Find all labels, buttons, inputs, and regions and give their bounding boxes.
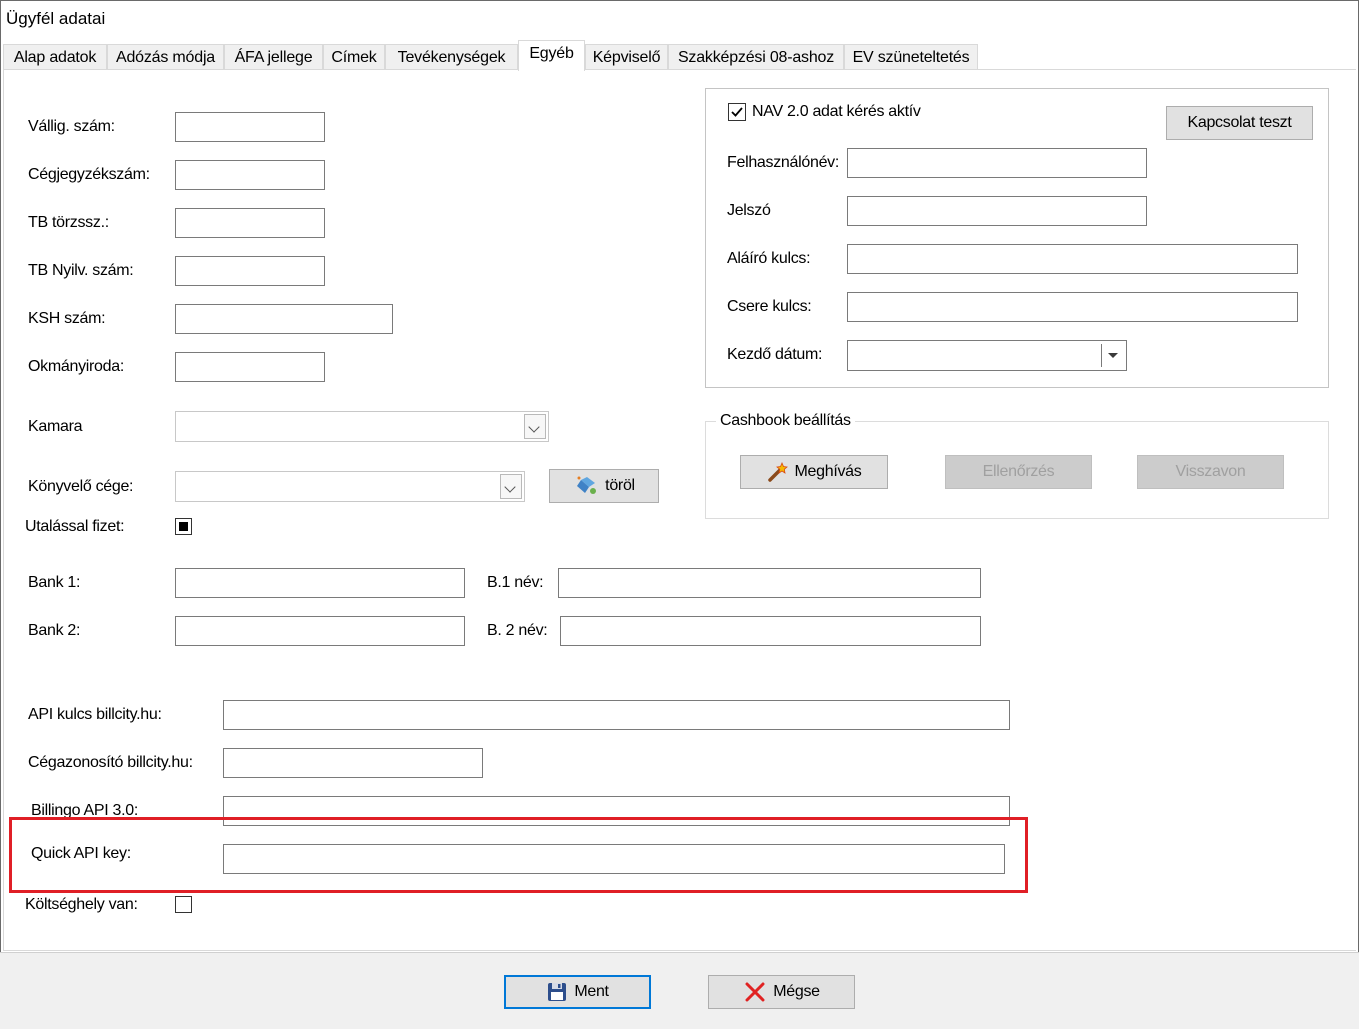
chevron-down-icon[interactable] bbox=[500, 474, 522, 499]
vallig-label: Vállig. szám: bbox=[28, 118, 115, 135]
kamara-label: Kamara bbox=[28, 418, 83, 435]
koltseghely-checkbox[interactable] bbox=[175, 896, 192, 913]
tb-nyilv-field[interactable] bbox=[175, 256, 325, 286]
floppy-disk-icon bbox=[548, 983, 567, 1001]
okmanyiroda-field[interactable] bbox=[175, 352, 325, 382]
dropdown-arrow-icon bbox=[1108, 353, 1118, 358]
konyvelo-combo[interactable] bbox=[175, 471, 525, 502]
jelszo-field[interactable] bbox=[847, 196, 1147, 226]
ment-button[interactable]: Ment bbox=[504, 975, 651, 1009]
tb-nyilv-label: TB Nyilv. szám: bbox=[28, 262, 134, 279]
tab-tevekenysegek[interactable]: Tevékenységek bbox=[385, 44, 518, 70]
ksh-field[interactable] bbox=[175, 304, 393, 334]
check-icon bbox=[731, 107, 743, 117]
api-billcity-label: API kulcs billcity.hu: bbox=[28, 706, 162, 723]
tab-cimek[interactable]: Címek bbox=[323, 44, 385, 70]
eraser-icon bbox=[577, 476, 597, 494]
kamara-combo[interactable] bbox=[175, 411, 549, 442]
csere-kulcs-field[interactable] bbox=[847, 292, 1298, 322]
calendar-dropdown-button[interactable] bbox=[1101, 344, 1124, 367]
nav-checkbox-label: NAV 2.0 adat kérés aktív bbox=[752, 103, 921, 120]
b2nev-label: B. 2 név: bbox=[487, 622, 548, 639]
tab-egyeb[interactable]: Egyéb bbox=[518, 40, 585, 71]
felhasznalonev-label: Felhasználónév: bbox=[727, 154, 840, 171]
torol-button[interactable]: töröl bbox=[549, 469, 659, 503]
jelszo-label: Jelszó bbox=[727, 202, 771, 219]
tab-ev-szuneteltetes[interactable]: EV szüneteltetés bbox=[844, 44, 978, 70]
b1nev-label: B.1 név: bbox=[487, 574, 544, 591]
kezdo-datum-picker[interactable] bbox=[847, 340, 1127, 371]
magic-wand-icon bbox=[767, 461, 788, 482]
tb-torzs-field[interactable] bbox=[175, 208, 325, 238]
cegazonosito-billcity-label: Cégazonosító billcity.hu: bbox=[28, 754, 193, 771]
tab-adozas-modja[interactable]: Adózás módja bbox=[107, 44, 224, 70]
close-icon bbox=[745, 982, 765, 1002]
tab-kepviselo[interactable]: Képviselő bbox=[585, 44, 668, 70]
highlight-box bbox=[9, 817, 1028, 893]
utalas-checkbox[interactable] bbox=[175, 518, 192, 535]
alairo-kulcs-label: Aláíró kulcs: bbox=[727, 250, 811, 267]
kezdo-datum-label: Kezdő dátum: bbox=[727, 346, 823, 363]
ellenorzes-button[interactable]: Ellenőrzés bbox=[945, 455, 1092, 489]
meghivas-button[interactable]: Meghívás bbox=[740, 455, 888, 489]
b1nev-field[interactable] bbox=[558, 568, 981, 598]
api-billcity-field[interactable] bbox=[223, 700, 1010, 730]
ment-label: Ment bbox=[574, 983, 609, 1000]
torol-label: töröl bbox=[605, 477, 635, 494]
cegjegyzek-field[interactable] bbox=[175, 160, 325, 190]
ksh-label: KSH szám: bbox=[28, 310, 106, 327]
alairo-kulcs-field[interactable] bbox=[847, 244, 1298, 274]
bank2-label: Bank 2: bbox=[28, 622, 81, 639]
footer-bar bbox=[0, 952, 1359, 1029]
bank1-label: Bank 1: bbox=[28, 574, 81, 591]
tab-szakkepzesi[interactable]: Szakképzési 08-ashoz bbox=[668, 44, 844, 70]
meghivas-label: Meghívás bbox=[794, 463, 862, 480]
visszavon-button[interactable]: Visszavon bbox=[1137, 455, 1284, 489]
utalas-label: Utalással fizet: bbox=[25, 518, 125, 535]
tab-afa-jellege[interactable]: ÁFA jellege bbox=[224, 44, 323, 70]
kapcsolat-teszt-button[interactable]: Kapcsolat teszt bbox=[1166, 106, 1313, 140]
chevron-down-icon[interactable] bbox=[524, 414, 546, 439]
bank2-field[interactable] bbox=[175, 616, 465, 646]
okmanyiroda-label: Okmányiroda: bbox=[28, 358, 124, 375]
megse-button[interactable]: Mégse bbox=[708, 975, 855, 1009]
cegazonosito-billcity-field[interactable] bbox=[223, 748, 483, 778]
tb-torzs-label: TB törzssz.: bbox=[28, 214, 109, 231]
cashbook-title: Cashbook beállítás bbox=[716, 412, 855, 430]
felhasznalonev-field[interactable] bbox=[847, 148, 1147, 178]
b2nev-field[interactable] bbox=[560, 616, 981, 646]
window-title: Ügyfél adatai bbox=[6, 9, 106, 28]
vallig-field[interactable] bbox=[175, 112, 325, 142]
tab-alap-adatok[interactable]: Alap adatok bbox=[3, 44, 107, 70]
megse-label: Mégse bbox=[773, 983, 820, 1000]
konyvelo-label: Könyvelő cége: bbox=[28, 478, 134, 495]
csere-kulcs-label: Csere kulcs: bbox=[727, 298, 812, 315]
cegjegyzek-label: Cégjegyzékszám: bbox=[28, 166, 150, 183]
nav-checkbox[interactable] bbox=[728, 103, 746, 121]
koltseghely-label: Költséghely van: bbox=[25, 896, 138, 913]
bank1-field[interactable] bbox=[175, 568, 465, 598]
